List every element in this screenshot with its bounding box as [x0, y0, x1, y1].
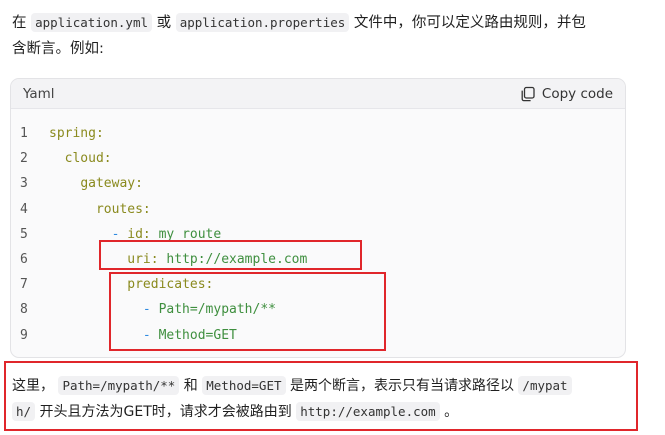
copy-icon	[520, 86, 536, 102]
yaml-value: Method=GET	[158, 327, 237, 343]
yaml-list-dash: -	[142, 302, 159, 318]
yaml-list-dash: -	[142, 327, 159, 343]
explanation-note: 这里， Path=/mypath/** 和 Method=GET 是两个断言，表…	[4, 361, 638, 431]
yaml-key: id:	[127, 226, 151, 242]
yaml-key: spring:	[49, 126, 104, 142]
note-text: 这里，	[12, 378, 54, 394]
code-block: Yaml Copy code 1 spring: 2 cloud: 3 gateway…	[10, 78, 626, 358]
code-line: 7 predicates:	[11, 272, 625, 297]
code-line: 9 - Method=GET	[11, 323, 625, 348]
note-text: 。	[444, 404, 459, 420]
line-number: 8	[20, 302, 28, 318]
chat-answer: 在 application.yml 或 application.properti…	[0, 0, 665, 435]
note-line-2: h/ 开头且方法为GET时，请求才会被路由到 http://example.co…	[12, 399, 630, 425]
yaml-key: predicates:	[127, 277, 214, 293]
inline-code-application-properties: application.properties	[175, 13, 350, 32]
code-text: routes:	[49, 202, 151, 217]
code-text: cloud:	[49, 151, 112, 166]
line-number: 7	[20, 277, 28, 293]
note-line-1: 这里， Path=/mypath/** 和 Method=GET 是两个断言，表…	[12, 373, 630, 399]
code-line: 8 - Path=/mypath/**	[11, 297, 625, 322]
yaml-value: my_route	[150, 226, 222, 242]
line-number: 1	[20, 126, 28, 142]
intro-line-2: 含断言。例如:	[12, 41, 104, 57]
line-number: 9	[20, 327, 28, 343]
yaml-list-dash: -	[111, 226, 128, 242]
intro-text: 在	[12, 15, 27, 31]
code-block-header: Yaml Copy code	[11, 79, 625, 109]
intro-text: 或	[156, 15, 172, 31]
code-line: 3 gateway:	[11, 171, 625, 196]
code-text: uri: http://example.com	[49, 252, 307, 267]
yaml-value: Path=/mypath/**	[158, 302, 276, 318]
line-number: 3	[20, 176, 28, 192]
code-text: spring:	[49, 126, 104, 141]
code-text: gateway:	[49, 176, 143, 191]
line-number: 4	[20, 201, 28, 217]
intro-line-1: 在 application.yml 或 application.properti…	[12, 10, 637, 36]
note-text: 是两个断言，表示只有当请求路径以	[289, 378, 514, 394]
yaml-value: http://example.com	[158, 252, 308, 268]
code-line: 6 uri: http://example.com	[11, 247, 625, 272]
code-line: 2 cloud:	[11, 146, 625, 171]
inline-code-url: http://example.com	[296, 402, 440, 421]
code-body: 1 spring: 2 cloud: 3 gateway: 4 routes: 5 - i…	[11, 109, 625, 348]
inline-code-method: Method=GET	[202, 376, 286, 395]
code-text: - id: my_route	[49, 226, 222, 242]
intro-text: 文件中，你可以定义路由规则，并包	[353, 15, 586, 31]
code-text: - Path=/mypath/**	[49, 302, 276, 317]
yaml-key: gateway:	[80, 176, 143, 192]
code-line: 4 routes:	[11, 197, 625, 222]
note-text: 开头且方法为GET时，请求才会被路由到	[39, 404, 292, 420]
copy-code-button[interactable]: Copy code	[520, 83, 613, 105]
code-line: 5 - id: my_route	[11, 222, 625, 247]
inline-code-mypath-start: /mypat	[518, 376, 572, 395]
code-language-label: Yaml	[23, 86, 55, 102]
yaml-key: uri:	[127, 252, 159, 268]
note-text: 和	[183, 378, 198, 394]
copy-code-label: Copy code	[541, 86, 613, 102]
inline-code-application-yml: application.yml	[31, 13, 152, 32]
intro-paragraph: 在 application.yml 或 application.properti…	[12, 10, 637, 62]
code-text: predicates:	[49, 277, 213, 292]
inline-code-path: Path=/mypath/**	[58, 376, 180, 395]
inline-code-mypath-end: h/	[12, 402, 36, 421]
code-line: 1 spring:	[11, 121, 625, 146]
yaml-key: cloud:	[64, 151, 112, 167]
code-text: - Method=GET	[49, 328, 237, 343]
yaml-key: routes:	[95, 201, 151, 217]
line-number: 5	[20, 226, 28, 242]
line-number: 6	[20, 252, 28, 268]
line-number: 2	[20, 151, 28, 167]
